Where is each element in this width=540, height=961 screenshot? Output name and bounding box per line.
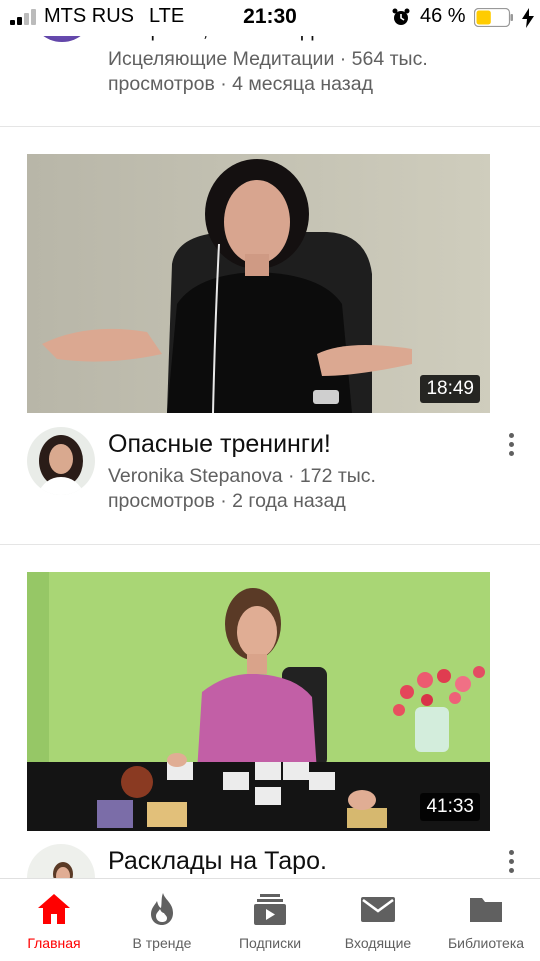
network-type: LTE [149, 5, 185, 27]
more-options-button[interactable] [500, 847, 524, 877]
nav-home-label: Главная [27, 935, 81, 951]
thumbnail-image [27, 154, 490, 413]
thumbnail-image [27, 572, 490, 831]
inbox-mail-icon [361, 897, 395, 922]
cell-signal-icon [10, 9, 38, 25]
video-thumbnail[interactable]: 41:33 [27, 572, 490, 831]
nav-library-label: Библиотека [447, 935, 525, 951]
nav-trending[interactable]: В тренде [108, 879, 216, 961]
video-thumbnail[interactable]: 18:49 [27, 154, 490, 413]
video-title[interactable]: Расклады на Таро. [108, 847, 327, 876]
nav-home[interactable]: Главная [0, 879, 108, 961]
divider [0, 544, 540, 545]
battery-icon [474, 8, 513, 27]
nav-inbox-label: Входящие [344, 935, 412, 951]
battery-percent: 46 % [420, 5, 466, 27]
video-title[interactable]: Опасные тренинги! [108, 430, 331, 459]
status-bar: MTS RUS LTE 21:30 46 % [0, 0, 540, 36]
avatar-image [27, 427, 95, 495]
flame-icon [151, 893, 173, 925]
video-meta-age: просмотров · 4 месяца назад [108, 73, 373, 95]
subscriptions-icon [254, 894, 286, 925]
channel-avatar[interactable] [27, 427, 95, 495]
alarm-clock-icon [392, 8, 410, 25]
nav-trending-label: В тренде [132, 935, 192, 951]
nav-subscriptions[interactable]: Подписки [216, 879, 324, 961]
video-duration: 18:49 [420, 375, 480, 403]
video-meta-channel: Veronika Stepanova · 172 тыс. [108, 465, 376, 487]
home-icon [38, 894, 70, 924]
divider [0, 126, 540, 127]
lightning-icon [522, 8, 534, 28]
video-meta-channel: Исцеляющие Медитации · 564 тыс. [108, 48, 428, 70]
nav-inbox[interactable]: Входящие [324, 879, 432, 961]
bottom-navigation: Главная В тренде Подписки Входящие Библи… [0, 878, 540, 961]
nav-subscriptions-label: Подписки [238, 935, 302, 951]
folder-icon [470, 898, 502, 922]
nav-library[interactable]: Библиотека [432, 879, 540, 961]
video-meta-age: просмотров · 2 года назад [108, 490, 346, 512]
video-duration: 41:33 [420, 793, 480, 821]
more-options-button[interactable] [500, 430, 524, 460]
carrier-name: MTS RUS [44, 5, 134, 27]
